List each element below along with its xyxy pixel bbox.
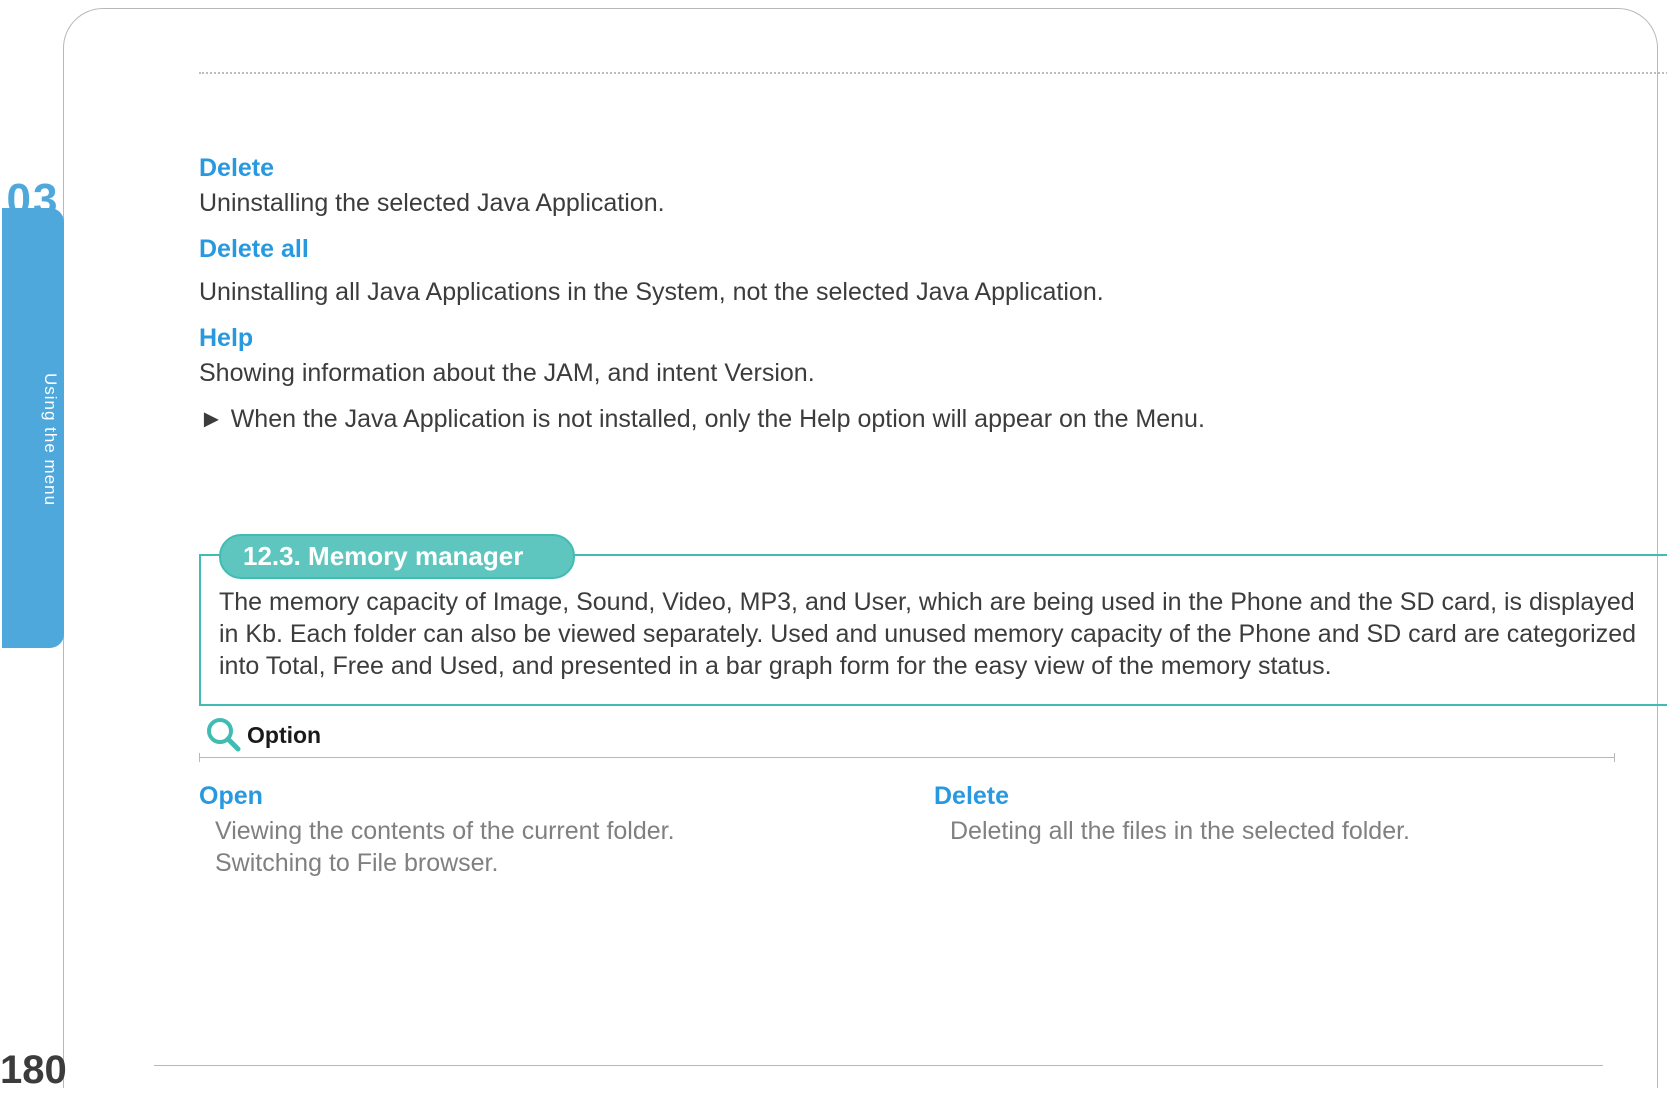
side-tab-background: Using the menu: [2, 208, 64, 648]
option-delete-column: Delete Deleting all the files in the sel…: [934, 782, 1667, 879]
option-open-title: Open: [199, 782, 934, 811]
body-delete-all: Uninstalling all Java Applications in th…: [199, 276, 1667, 308]
body-delete: Uninstalling the selected Java Applicati…: [199, 187, 1667, 219]
option-rule-tick-left: [199, 753, 200, 762]
option-rule: [199, 757, 1615, 758]
option-open-line2: Switching to File browser.: [215, 849, 498, 877]
options-grid: Open Viewing the contents of the current…: [199, 782, 1667, 879]
magnifier-icon: [205, 716, 241, 752]
option-label: Option: [247, 722, 321, 749]
main-content: Delete Uninstalling the selected Java Ap…: [199, 154, 1667, 879]
heading-delete-all: Delete all: [199, 235, 1667, 264]
option-delete-title: Delete: [934, 782, 1667, 811]
page-frame: Delete Uninstalling the selected Java Ap…: [63, 8, 1658, 1088]
heading-help: Help: [199, 324, 1667, 353]
memory-manager-heading: 12.3. Memory manager: [219, 534, 575, 579]
option-header-row: Option: [199, 714, 1667, 758]
option-open-line1: Viewing the contents of the current fold…: [215, 817, 675, 845]
heading-delete: Delete: [199, 154, 1667, 183]
option-delete-desc: Deleting all the files in the selected f…: [934, 815, 1667, 847]
body-help: Showing information about the JAM, and i…: [199, 357, 1667, 389]
footer-rule: [154, 1065, 1603, 1066]
chapter-number: 03: [2, 175, 64, 225]
memory-manager-body: The memory capacity of Image, Sound, Vid…: [219, 586, 1649, 682]
memory-manager-box: 12.3. Memory manager The memory capacity…: [199, 554, 1667, 706]
side-tab-label: Using the menu: [40, 373, 60, 506]
header-dotted-rule: [199, 72, 1667, 74]
option-delete-line1: Deleting all the files in the selected f…: [950, 817, 1410, 845]
option-open-column: Open Viewing the contents of the current…: [199, 782, 934, 879]
option-open-desc: Viewing the contents of the current fold…: [199, 815, 934, 879]
side-tab: 03 Using the menu: [2, 193, 64, 653]
note-text: ► When the Java Application is not insta…: [199, 405, 1667, 434]
option-rule-tick-right: [1614, 753, 1615, 762]
page-number: 180: [0, 1048, 67, 1093]
